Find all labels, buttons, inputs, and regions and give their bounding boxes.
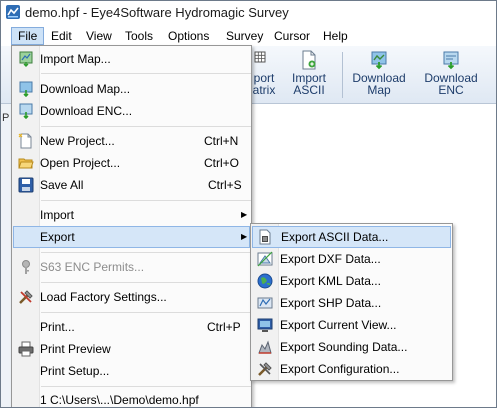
key-icon (22, 260, 30, 274)
menu-label: Import (40, 208, 75, 222)
menu-edit[interactable]: Edit (45, 27, 78, 45)
new-project-icon (18, 133, 32, 149)
download-map-icon (19, 81, 33, 97)
download-map-label-2: Map (367, 83, 391, 97)
menu-item-open-project[interactable]: Open Project... Ctrl+O (13, 152, 250, 174)
menu-item-import[interactable]: Import ▶ (13, 204, 250, 226)
import-matrix-label-2: atrix (252, 83, 276, 97)
menu-shortcut: Ctrl+S (208, 178, 242, 192)
menu-label: Export Configuration... (280, 362, 400, 376)
export-shp-icon (257, 297, 273, 309)
menu-item-import-map[interactable]: Import Map... (13, 48, 250, 70)
menu-label: Export Sounding Data... (280, 340, 408, 354)
menu-item-export-shp[interactable]: Export SHP Data... (252, 292, 451, 314)
export-ascii-icon (259, 229, 271, 245)
menu-separator (41, 73, 251, 74)
menu-label: Export (40, 230, 75, 244)
menu-label: Print Setup... (40, 364, 110, 378)
menu-label: New Project... (40, 134, 115, 148)
download-enc-icon (443, 51, 459, 70)
menu-label: Print Preview (40, 342, 111, 356)
download-enc-icon (19, 103, 33, 119)
export-submenu: Export ASCII Data... Export DXF Data... … (250, 223, 453, 381)
printer-icon (18, 341, 34, 357)
menu-help[interactable]: Help (317, 27, 354, 45)
menu-label: Print... (40, 320, 75, 334)
menu-separator (41, 252, 251, 253)
menu-label: Export SHP Data... (280, 296, 382, 310)
menu-view[interactable]: View (80, 27, 118, 45)
menu-item-export-kml[interactable]: Export KML Data... (252, 270, 451, 292)
export-sounding-icon (258, 340, 272, 354)
export-config-icon (258, 362, 272, 376)
menu-item-new-project[interactable]: New Project... Ctrl+N (13, 130, 250, 152)
menu-item-export-configuration[interactable]: Export Configuration... (252, 358, 451, 380)
menu-survey[interactable]: Survey (220, 27, 269, 45)
menu-cursor[interactable]: Cursor (268, 27, 316, 45)
import-ascii-button[interactable]: Import ASCII (278, 50, 340, 100)
menu-label: Download Map... (40, 82, 131, 96)
menu-item-export-sounding-data[interactable]: Export Sounding Data... (252, 336, 451, 358)
menu-item-download-map[interactable]: Download Map... (13, 78, 250, 100)
menu-item-print[interactable]: Print... Ctrl+P (13, 316, 250, 338)
menu-label: Export DXF Data... (280, 252, 381, 266)
menu-label: Download ENC... (40, 104, 133, 118)
export-kml-globe-icon (257, 273, 273, 289)
menu-shortcut: Ctrl+N (204, 134, 239, 148)
menu-item-export[interactable]: Export ▶ (13, 226, 250, 248)
menu-label: 1 C:\Users\...\Demo\demo.hpf (40, 393, 199, 407)
ascii-file-icon (302, 50, 316, 70)
menu-shortcut: Ctrl+P (207, 320, 241, 334)
menu-item-download-enc[interactable]: Download ENC... (13, 100, 250, 122)
open-folder-icon (18, 158, 34, 169)
menu-file[interactable]: File (11, 27, 45, 45)
menu-item-export-current-view[interactable]: Export Current View... (252, 314, 451, 336)
import-map-icon (19, 51, 33, 67)
tools-icon (19, 290, 33, 304)
menu-item-save-all[interactable]: Save All Ctrl+S (13, 174, 250, 196)
export-dxf-icon (257, 251, 273, 267)
download-enc-toolbar-button[interactable]: Download ENC (420, 50, 482, 100)
window-title: demo.hpf - Eye4Software Hydromagic Surve… (25, 5, 289, 20)
menu-label: Export KML Data... (280, 274, 381, 288)
menu-label: Export ASCII Data... (281, 230, 389, 244)
title-bar: demo.hpf - Eye4Software Hydromagic Surve… (1, 1, 496, 25)
submenu-arrow-icon: ▶ (241, 210, 248, 219)
menu-separator (41, 312, 251, 313)
download-enc-label-2: ENC (438, 83, 464, 97)
menu-item-s63-permits: S63 ENC Permits... (13, 256, 250, 278)
menu-separator (41, 282, 251, 283)
menu-separator (41, 126, 251, 127)
menu-tools[interactable]: Tools (119, 27, 159, 45)
submenu-arrow-icon: ▶ (241, 232, 248, 241)
menu-label: Export Current View... (280, 318, 397, 332)
download-map-toolbar-button[interactable]: Download Map (348, 50, 410, 100)
export-view-icon (257, 318, 273, 332)
download-map-icon (371, 51, 387, 70)
menu-label: Import Map... (40, 52, 111, 66)
menu-separator (41, 200, 251, 201)
menu-item-load-factory-settings[interactable]: Load Factory Settings... (13, 286, 250, 308)
menu-options[interactable]: Options (162, 27, 215, 45)
menu-item-print-setup[interactable]: Print Setup... (13, 360, 250, 382)
file-menu: Import Map... Download Map... Download E… (11, 45, 252, 407)
menu-shortcut: Ctrl+O (204, 156, 240, 170)
menu-label: Open Project... (40, 156, 121, 170)
app-logo-icon (6, 5, 20, 19)
menu-separator (41, 386, 251, 387)
menu-label: S63 ENC Permits... (40, 260, 145, 274)
menu-item-recent-file[interactable]: 1 C:\Users\...\Demo\demo.hpf (13, 389, 250, 407)
menu-item-export-dxf[interactable]: Export DXF Data... (252, 248, 451, 270)
menu-item-export-ascii[interactable]: Export ASCII Data... (252, 226, 451, 248)
app-window: demo.hpf - Eye4Software Hydromagic Surve… (0, 0, 497, 408)
save-disk-icon (18, 177, 34, 193)
menu-item-print-preview[interactable]: Print Preview (13, 338, 250, 360)
menu-label: Load Factory Settings... (40, 290, 167, 304)
toolbar-separator (342, 52, 343, 98)
import-ascii-label-2: ASCII (293, 83, 325, 97)
menu-bar: File Edit View Tools Options Survey Curs… (1, 25, 496, 46)
menu-label: Save All (40, 178, 84, 192)
